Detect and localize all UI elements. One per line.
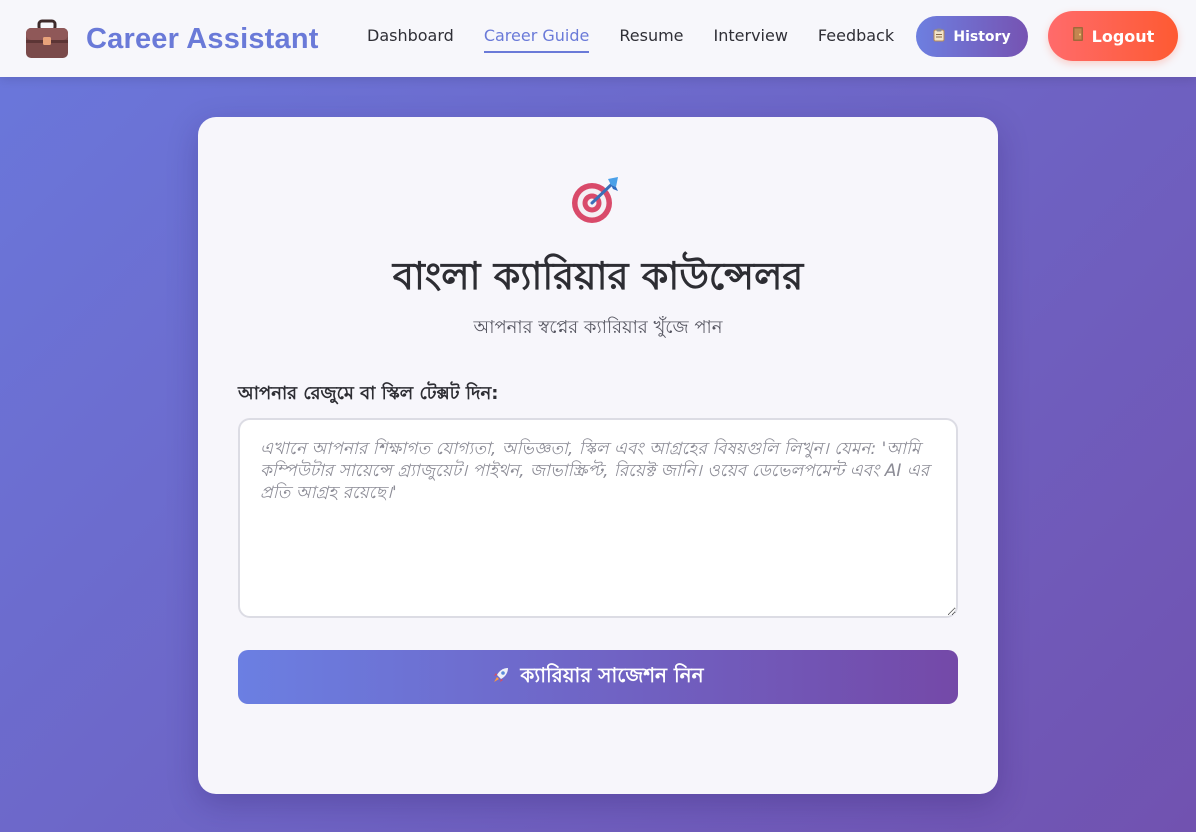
career-counselor-card: বাংলা ক্যারিয়ার কাউন্সেলর আপনার স্বপ্নে…: [198, 117, 998, 794]
logout-button[interactable]: Logout: [1048, 11, 1178, 61]
top-navbar: Career Assistant Dashboard Career Guide …: [0, 0, 1196, 77]
resume-skill-textarea[interactable]: [238, 418, 958, 618]
target-icon: [570, 175, 622, 225]
nav-link-feedback[interactable]: Feedback: [818, 26, 894, 53]
brand-title: Career Assistant: [86, 22, 319, 55]
page-subtitle: আপনার স্বপ্নের ক্যারিয়ার খুঁজে পান: [473, 317, 723, 338]
submit-label: ক্যারিয়ার সাজেশন নিন: [520, 662, 704, 687]
briefcase-icon: [24, 18, 70, 60]
brand[interactable]: Career Assistant: [24, 17, 319, 61]
logout-label: Logout: [1091, 26, 1155, 46]
nav-link-career-guide[interactable]: Career Guide: [483, 26, 590, 53]
history-label: History: [953, 28, 1011, 45]
rocket-icon: [492, 666, 510, 688]
get-career-suggestion-button[interactable]: ক্যারিয়ার সাজেশন নিন: [238, 650, 958, 704]
door-icon: [1072, 26, 1084, 46]
nav-link-dashboard[interactable]: Dashboard: [367, 26, 454, 53]
clipboard-icon: [933, 28, 945, 46]
nav-link-interview[interactable]: Interview: [714, 26, 788, 53]
history-button[interactable]: History: [916, 16, 1028, 57]
nav-link-resume[interactable]: Resume: [619, 26, 683, 53]
page-title: বাংলা ক্যারিয়ার কাউন্সেলর: [392, 254, 804, 298]
nav-links: Dashboard Career Guide Resume Interview …: [367, 26, 924, 53]
resume-input-label: আপনার রেজুমে বা স্কিল টেক্সট দিন:: [238, 383, 499, 404]
